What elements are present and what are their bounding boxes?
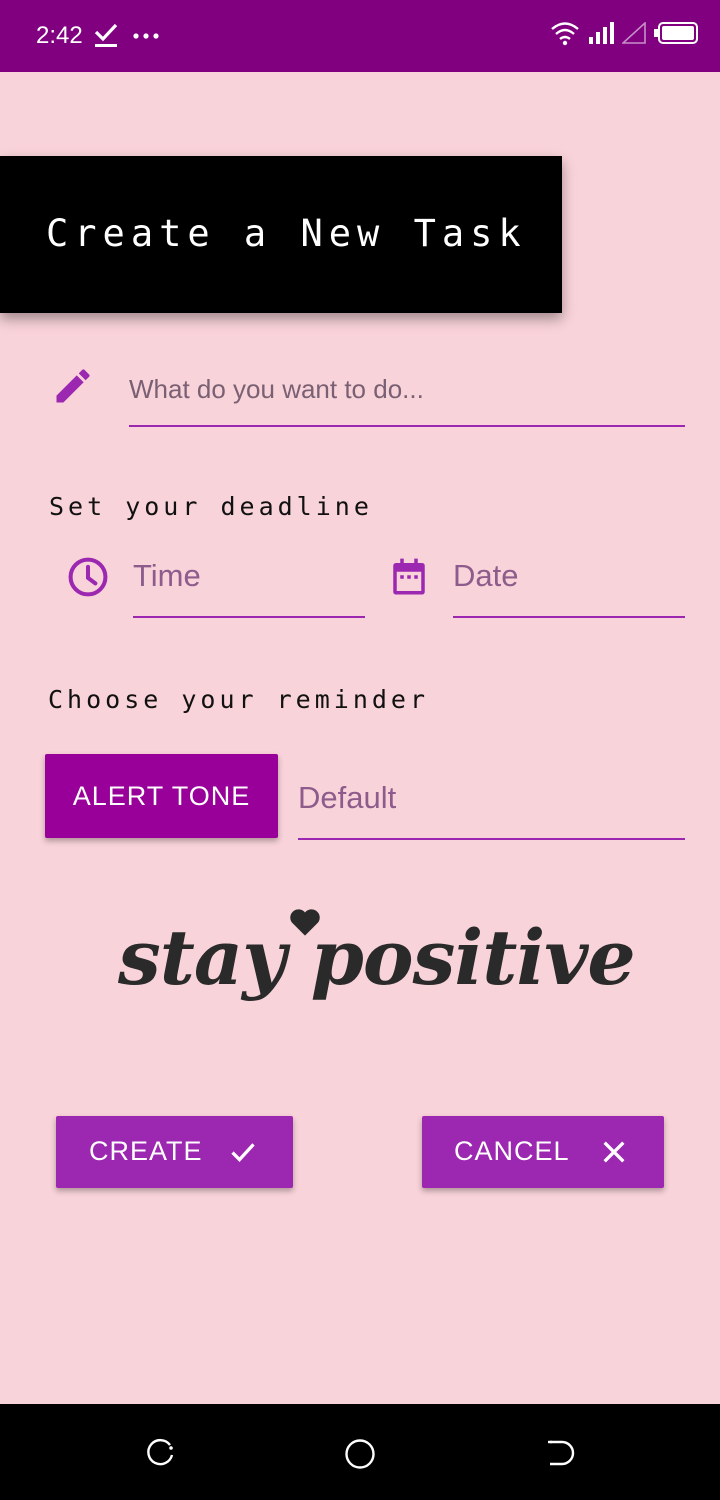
- cancel-button[interactable]: CANCEL: [422, 1116, 664, 1188]
- page-title: Create a New Task: [46, 212, 527, 255]
- title-banner: Create a New Task: [0, 156, 562, 313]
- date-placeholder: Date: [453, 558, 519, 593]
- wifi-icon: [551, 22, 579, 46]
- task-input-underline: [129, 425, 685, 427]
- battery-icon: [654, 22, 698, 44]
- navigation-bar: [0, 1404, 720, 1500]
- reminder-tone-underline: [298, 838, 685, 840]
- back-icon[interactable]: [542, 1438, 576, 1468]
- alert-tone-button[interactable]: ALERT TONE: [45, 754, 278, 838]
- time-input[interactable]: Time: [133, 552, 365, 620]
- reminder-tone-field[interactable]: Default: [298, 772, 685, 842]
- reminder-tone-value: Default: [298, 780, 397, 815]
- task-input-placeholder: What do you want to do...: [129, 374, 424, 404]
- calendar-icon: [393, 558, 425, 595]
- status-time: 2:42: [36, 22, 83, 49]
- home-icon[interactable]: [343, 1437, 377, 1471]
- status-bar: 2:42: [0, 0, 720, 72]
- time-underline: [133, 616, 365, 618]
- check-download-icon: [94, 23, 118, 47]
- motto-image: stay positive: [110, 905, 636, 1020]
- signal-empty-icon: [622, 22, 646, 44]
- time-placeholder: Time: [133, 558, 201, 593]
- check-icon: [231, 1143, 255, 1162]
- heart-icon: [290, 909, 320, 936]
- deadline-label: Set your deadline: [49, 492, 373, 521]
- clock-icon: [68, 557, 108, 597]
- create-button[interactable]: CREATE: [56, 1116, 293, 1188]
- recent-apps-icon[interactable]: [143, 1438, 177, 1468]
- date-input[interactable]: Date: [453, 552, 685, 620]
- motto-text: stay positive: [118, 913, 636, 1002]
- date-underline: [453, 616, 685, 618]
- more-dots-icon: [133, 33, 159, 39]
- close-icon: [603, 1141, 625, 1163]
- reminder-label: Choose your reminder: [48, 685, 430, 714]
- signal-icon: [589, 22, 614, 44]
- cancel-label: CANCEL: [454, 1136, 570, 1166]
- alert-tone-label: ALERT TONE: [72, 780, 251, 811]
- create-label: CREATE: [89, 1136, 203, 1166]
- pencil-icon: [56, 369, 90, 403]
- task-input[interactable]: What do you want to do...: [129, 364, 685, 428]
